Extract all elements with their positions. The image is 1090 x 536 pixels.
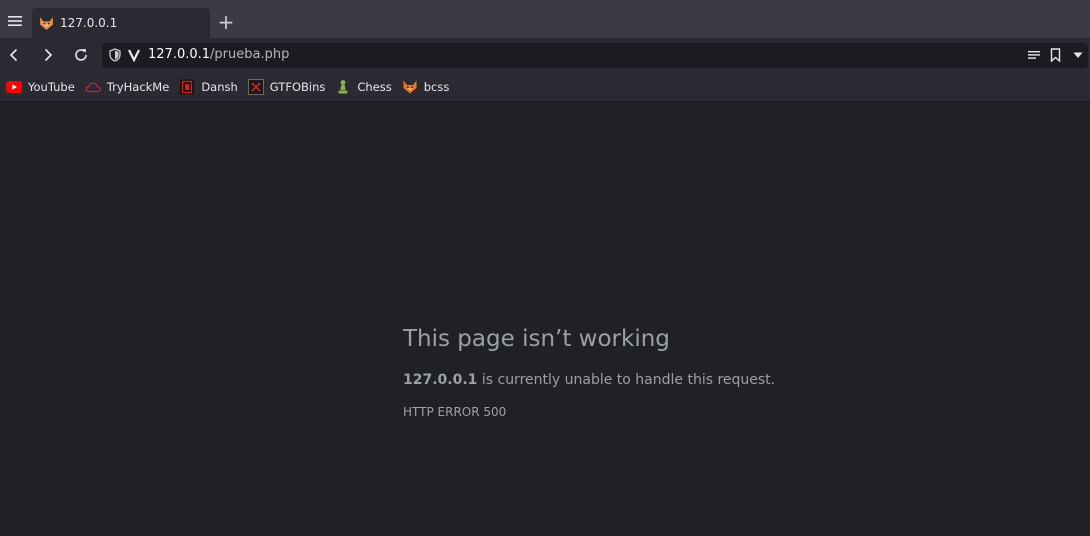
- chevron-left-icon: [9, 48, 18, 62]
- youtube-icon: [6, 79, 22, 95]
- tab-title: 127.0.0.1: [60, 16, 118, 30]
- gtfobins-icon: [247, 78, 264, 95]
- bookmark-label: Dansh: [201, 79, 238, 94]
- error-host: 127.0.0.1: [403, 372, 478, 388]
- error-code: HTTP ERROR 500: [403, 405, 507, 419]
- new-tab-button[interactable]: +: [216, 12, 236, 32]
- bookmark-label: YouTube: [28, 79, 75, 94]
- back-button[interactable]: [3, 44, 25, 66]
- app-menu-button[interactable]: [0, 6, 30, 36]
- chess-pawn-icon: [335, 79, 351, 95]
- tab-strip: 127.0.0.1 +: [0, 0, 1090, 38]
- reload-icon: [75, 49, 87, 61]
- bookmark-chess[interactable]: Chess: [335, 76, 392, 98]
- url-host: 127.0.0.1: [148, 47, 211, 62]
- bookmark-tryhackme[interactable]: TryHackMe: [85, 76, 170, 98]
- page-content: This page isn’t working 127.0.0.1 is cur…: [0, 102, 1090, 536]
- chevron-down-icon[interactable]: [1073, 52, 1083, 59]
- bookmark-label: Chess: [357, 79, 392, 94]
- bookmark-star-icon[interactable]: [1050, 48, 1061, 62]
- url-bar[interactable]: 127.0.0.1/prueba.php: [102, 43, 1088, 68]
- bookmark-label: GTFOBins: [269, 79, 326, 94]
- site-info-icon[interactable]: [128, 48, 140, 62]
- tryhackme-icon: [85, 79, 101, 95]
- navigation-toolbar: 127.0.0.1/prueba.php: [0, 38, 1090, 72]
- hamburger-icon: [8, 16, 22, 26]
- error-message-text: is currently unable to handle this reque…: [477, 372, 776, 388]
- bookmark-label: bcss: [423, 79, 450, 94]
- bookmarks-toolbar: YouTube TryHackMe Dansh GTFOBins Chess b…: [0, 72, 1090, 102]
- forward-button[interactable]: [37, 44, 59, 66]
- url-path: /prueba.php: [210, 47, 290, 62]
- url-text[interactable]: 127.0.0.1/prueba.php: [148, 47, 289, 62]
- reader-view-icon[interactable]: [1028, 50, 1040, 61]
- error-panel: This page isn’t working 127.0.0.1 is cur…: [403, 324, 923, 420]
- shield-icon[interactable]: [108, 48, 122, 62]
- bookmark-gtfobins[interactable]: GTFOBins: [247, 76, 326, 98]
- bookmark-label: TryHackMe: [106, 79, 170, 94]
- tab-active[interactable]: 127.0.0.1: [32, 8, 210, 38]
- reload-button[interactable]: [70, 44, 92, 66]
- bookmark-bcss[interactable]: bcss: [402, 76, 450, 98]
- chevron-right-icon: [44, 48, 53, 62]
- dansh-icon: [179, 79, 195, 95]
- error-message: 127.0.0.1 is currently unable to handle …: [403, 370, 923, 390]
- bookmark-youtube[interactable]: YouTube: [6, 76, 75, 98]
- bookmark-dansh[interactable]: Dansh: [179, 76, 238, 98]
- fox-icon: [38, 15, 55, 32]
- error-title: This page isn’t working: [403, 326, 670, 352]
- fox-icon: [402, 79, 418, 95]
